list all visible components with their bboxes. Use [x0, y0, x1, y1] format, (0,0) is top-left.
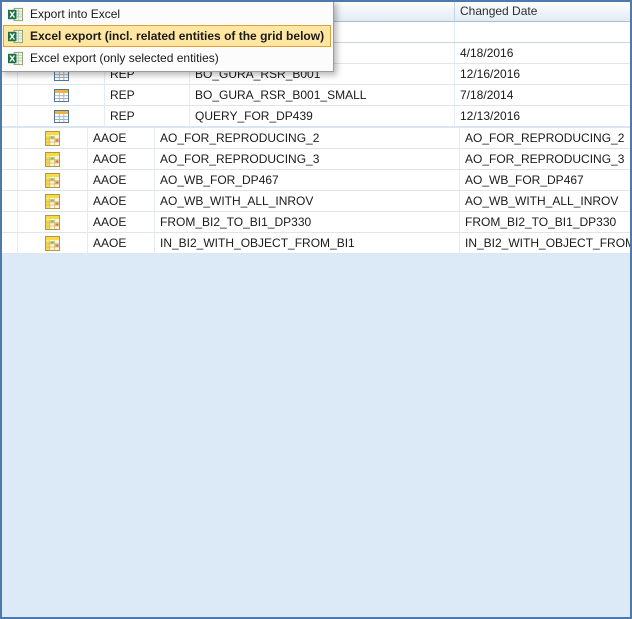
changed-date-cell: 12/16/2016	[455, 64, 632, 85]
excel-icon: X	[8, 7, 23, 22]
type-cell: REP	[105, 106, 190, 127]
export-menu-item[interactable]: X Export into Excel	[3, 3, 331, 25]
changed-date-cell: 7/18/2014	[455, 85, 632, 106]
type-cell: AAOE	[88, 212, 155, 233]
description-cell: AO_WB_WITH_ALL_INROV	[460, 191, 632, 212]
technical-name-cell: AO_WB_WITH_ALL_INROV	[155, 191, 460, 212]
table-row[interactable]: ▶ REP BO_GURA_RSR_B001_SMALL 7/18/2014	[0, 85, 632, 106]
description-cell: IN_BI2_WITH_OBJECT_FROM_BI1	[460, 233, 632, 254]
workbook-icon	[18, 149, 88, 170]
svg-text:X: X	[9, 10, 15, 19]
svg-text:X: X	[9, 32, 15, 41]
type-cell: REP	[105, 85, 190, 106]
description-cell: AO_FOR_REPRODUCING_3	[460, 149, 632, 170]
export-menu-item[interactable]: X Excel export (incl. related entities o…	[3, 25, 331, 47]
svg-text:X: X	[9, 54, 15, 63]
table-row[interactable]: ▶ AAOE IN_BI2_WITH_OBJECT_FROM_BI1 IN_BI…	[0, 233, 632, 254]
row-indicator: ▶	[0, 191, 18, 212]
export-dropdown-menu: X Export into Excel X Excel export (incl…	[0, 0, 334, 72]
technical-name-cell: QUERY_FOR_DP439	[190, 106, 455, 127]
export-menu-item-label: Excel export (only selected entities)	[30, 51, 219, 65]
export-menu-item-label: Excel export (incl. related entities of …	[30, 29, 324, 43]
row-indicator: ▶	[0, 128, 18, 149]
table-row[interactable]: ▶ AAOE AO_FOR_REPRODUCING_3 AO_FOR_REPRO…	[0, 149, 632, 170]
technical-name-cell: IN_BI2_WITH_OBJECT_FROM_BI1	[155, 233, 460, 254]
table-row[interactable]: ▶ AAOE FROM_BI2_TO_BI1_DP330 FROM_BI2_TO…	[0, 212, 632, 233]
table-row[interactable]: ▶ AAOE AO_WB_WITH_ALL_INROV AO_WB_WITH_A…	[0, 191, 632, 212]
changed-date-cell: 12/13/2016	[455, 106, 632, 127]
report-icon	[18, 106, 105, 127]
technical-name-cell: AO_FOR_REPRODUCING_3	[155, 149, 460, 170]
workbook-icon	[18, 191, 88, 212]
excel-icon: X	[8, 51, 23, 66]
technical-name-cell: AO_WB_FOR_DP467	[155, 170, 460, 191]
report-icon	[18, 85, 105, 106]
table-row[interactable]: ▶ AAOE AO_FOR_REPRODUCING_2 AO_FOR_REPRO…	[0, 128, 632, 149]
type-cell: AAOE	[88, 191, 155, 212]
description-cell: FROM_BI2_TO_BI1_DP330	[460, 212, 632, 233]
export-menu-item[interactable]: X Excel export (only selected entities)	[3, 47, 331, 69]
workbook-icon	[18, 128, 88, 149]
workbook-icon	[18, 212, 88, 233]
type-cell: AAOE	[88, 128, 155, 149]
row-indicator: ▶	[0, 170, 18, 191]
row-indicator: ▶	[0, 233, 18, 254]
workbook-icon	[18, 233, 88, 254]
type-cell: AAOE	[88, 170, 155, 191]
row-indicator: ▶	[0, 106, 18, 127]
technical-name-cell: BO_GURA_RSR_B001_SMALL	[190, 85, 455, 106]
type-cell: AAOE	[88, 233, 155, 254]
changed-date-cell: 4/18/2016	[455, 43, 632, 64]
description-cell: AO_WB_FOR_DP467	[460, 170, 632, 191]
row-indicator: ▶	[0, 212, 18, 233]
description-cell: AO_FOR_REPRODUCING_2	[460, 128, 632, 149]
export-menu-item-label: Export into Excel	[30, 7, 120, 21]
technical-name-cell: FROM_BI2_TO_BI1_DP330	[155, 212, 460, 233]
column-header-changed-date[interactable]: Changed Date	[455, 0, 632, 22]
technical-name-cell: AO_FOR_REPRODUCING_2	[155, 128, 460, 149]
table-row[interactable]: ▶ AAOE AO_WB_FOR_DP467 AO_WB_FOR_DP467	[0, 170, 632, 191]
row-indicator: ▶	[0, 85, 18, 106]
type-cell: AAOE	[88, 149, 155, 170]
excel-icon: X	[8, 29, 23, 44]
changed-date-filter-cell[interactable]	[455, 22, 632, 42]
workbook-icon	[18, 170, 88, 191]
row-indicator: ▶	[0, 149, 18, 170]
table-row[interactable]: ▶ REP QUERY_FOR_DP439 12/13/2016	[0, 106, 632, 127]
